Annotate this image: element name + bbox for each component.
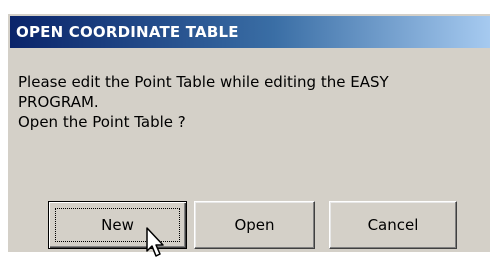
dialog-message: Please edit the Point Table while editin… [18,72,438,132]
new-button[interactable]: New [48,201,187,249]
dialog-title: OPEN COORDINATE TABLE [16,23,239,41]
dialog-window: OPEN COORDINATE TABLE Please edit the Po… [6,12,490,257]
cancel-button[interactable]: Cancel [329,201,457,249]
open-button[interactable]: Open [194,201,315,249]
message-line-1: Please edit the Point Table while editin… [18,73,389,91]
new-button-label: New [101,216,134,234]
open-button-label: Open [234,216,275,234]
cancel-button-label: Cancel [367,216,419,234]
message-line-2: PROGRAM. [18,93,99,111]
message-line-3: Open the Point Table ? [18,113,186,131]
title-bar[interactable]: OPEN COORDINATE TABLE [10,16,490,48]
